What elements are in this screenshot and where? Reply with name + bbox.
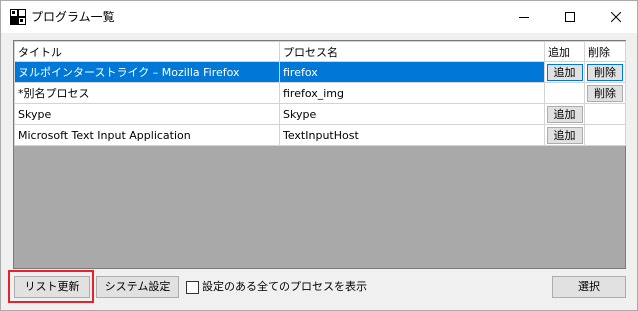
table-row[interactable]: *別名プロセス firefox_img 削除 xyxy=(14,82,626,104)
program-list[interactable]: タイトル プロセス名 追加 削除 ヌルポインターストライク – Mozilla … xyxy=(13,40,626,269)
maximize-button[interactable] xyxy=(547,1,593,33)
row-process: TextInputHost xyxy=(279,124,545,146)
row-add-cell: 追加 xyxy=(544,61,585,83)
select-button[interactable]: 選択 xyxy=(552,276,626,298)
delete-button[interactable]: 削除 xyxy=(587,85,623,102)
column-header-add[interactable]: 追加 xyxy=(544,41,585,62)
system-settings-button[interactable]: システム設定 xyxy=(96,276,179,298)
add-button[interactable]: 追加 xyxy=(546,64,583,81)
minimize-icon xyxy=(519,17,529,18)
row-process: Skype xyxy=(279,103,545,125)
show-all-checkbox[interactable] xyxy=(186,281,199,294)
row-title: Microsoft Text Input Application xyxy=(14,124,280,146)
maximize-icon xyxy=(565,12,575,22)
row-delete-cell: 削除 xyxy=(584,82,626,104)
close-button[interactable] xyxy=(593,1,638,33)
add-button[interactable]: 追加 xyxy=(546,127,583,144)
row-process: firefox xyxy=(279,61,545,83)
row-add-cell: 追加 xyxy=(544,124,585,146)
table-row[interactable]: Microsoft Text Input Application TextInp… xyxy=(14,124,626,146)
row-add-cell: 追加 xyxy=(544,103,585,125)
title-bar[interactable]: プログラム一覧 xyxy=(1,1,637,33)
row-title: ヌルポインターストライク – Mozilla Firefox xyxy=(14,61,280,83)
column-header-delete[interactable]: 削除 xyxy=(584,41,626,62)
table-row[interactable]: ヌルポインターストライク – Mozilla Firefox firefox 追… xyxy=(14,61,626,83)
program-table: タイトル プロセス名 追加 削除 ヌルポインターストライク – Mozilla … xyxy=(14,41,626,146)
column-header-title[interactable]: タイトル xyxy=(14,41,280,62)
show-all-label[interactable]: 設定のある全てのプロセスを表示 xyxy=(202,279,367,295)
row-title: Skype xyxy=(14,103,280,125)
refresh-list-button[interactable]: リスト更新 xyxy=(14,276,90,298)
row-delete-cell xyxy=(584,103,626,125)
add-button[interactable]: 追加 xyxy=(546,106,583,123)
program-list-window: プログラム一覧 タイトル プロセス名 追加 削除 ヌルポインターストライク – … xyxy=(0,0,638,311)
close-icon xyxy=(611,12,621,22)
app-grid-icon xyxy=(10,9,26,25)
delete-button[interactable]: 削除 xyxy=(587,64,623,81)
row-process: firefox_img xyxy=(279,82,545,104)
row-delete-cell xyxy=(584,124,626,146)
table-row[interactable]: Skype Skype 追加 xyxy=(14,103,626,125)
window-title: プログラム一覧 xyxy=(31,10,115,24)
minimize-button[interactable] xyxy=(501,1,547,33)
row-delete-cell: 削除 xyxy=(584,61,626,83)
row-title: *別名プロセス xyxy=(14,82,280,104)
row-add-cell xyxy=(544,82,585,104)
column-header-process[interactable]: プロセス名 xyxy=(279,41,545,62)
table-header: タイトル プロセス名 追加 削除 xyxy=(14,41,626,62)
